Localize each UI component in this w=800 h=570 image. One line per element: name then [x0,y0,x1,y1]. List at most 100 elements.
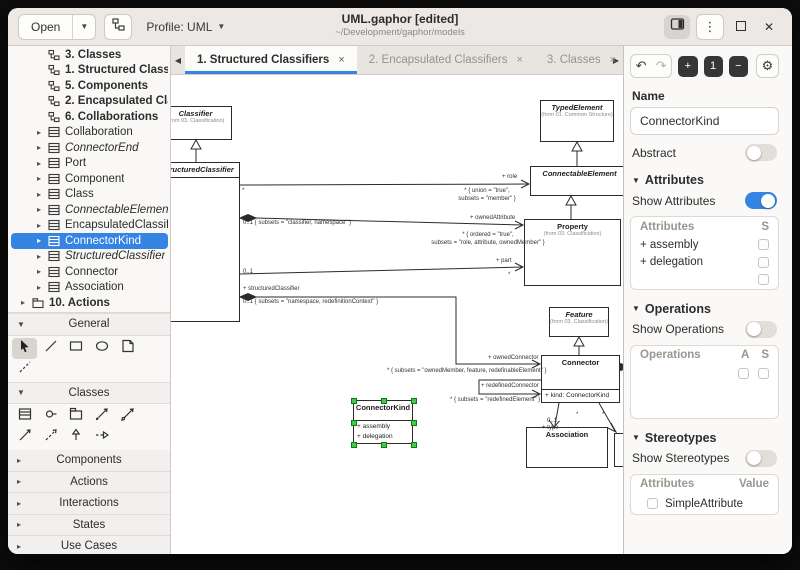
tree-item-class[interactable]: ▸Class [11,187,168,203]
tab-1-structured-classifiers[interactable]: 1. Structured Classifiers× [185,46,357,74]
list-row[interactable]: + delegation [631,254,778,272]
uml-box-feature[interactable]: Feature(from 03. Classification) [549,307,609,337]
selection-handle[interactable] [351,398,357,404]
selection-handle[interactable] [351,442,357,448]
tree-item-component[interactable]: ▸Component [11,171,168,187]
comment-line-tool[interactable] [12,359,37,380]
line-tool[interactable] [38,338,63,359]
tree-item-2-encapsulated-classifiers[interactable]: 2. Encapsulated Classifiers [11,94,168,110]
tree-item-connectorend[interactable]: ▸ConnectorEnd [11,140,168,156]
static-checkbox[interactable] [758,257,769,268]
box-tool[interactable] [64,338,89,359]
stereotypes-section-header[interactable]: ▼ Stereotypes [632,431,777,445]
tree-item-connectorkind[interactable]: ▸ConnectorKind [11,233,168,249]
expander-icon[interactable]: ▸ [37,252,48,261]
tree-item-structuredclassifier[interactable]: ▸StructuredClassifier [11,249,168,265]
selection-handle[interactable] [351,420,357,426]
uml-box-connector-kind[interactable]: ConnectorKind+ assembly+ delegation [353,400,413,444]
expander-icon[interactable]: ▸ [37,221,48,230]
comment-tool[interactable] [116,338,141,359]
generalization-tool[interactable] [64,427,89,448]
open-button[interactable]: Open [19,15,72,39]
apply-stereotype-checkbox[interactable] [647,498,658,509]
tab-3-classes[interactable]: 3. Classes× [535,46,628,74]
diagram-canvas[interactable]: Classifier(from 03. Classification) Struc… [171,75,623,554]
uml-box-typed-element[interactable]: TypedElement(from 01. Common Structure) [540,100,614,142]
tab-close-icon[interactable]: × [338,54,344,66]
uml-box-connector[interactable]: Connector+ kind: ConnectorKind [541,355,620,403]
abstract-checkbox[interactable] [738,368,749,379]
expander-icon[interactable]: ▸ [37,174,48,183]
uml-box-connectable-element[interactable]: ConnectableElement [530,166,623,196]
dependency-tool[interactable] [38,427,63,448]
tree-item-1-structured-classifiers[interactable]: 1. Structured Classifiers [11,63,168,79]
expander-icon[interactable]: ▸ [37,205,48,214]
tree-item-3-classes[interactable]: 3. Classes [11,47,168,63]
tab-close-icon[interactable]: × [610,54,616,66]
static-checkbox[interactable] [758,274,769,285]
selection-handle[interactable] [411,442,417,448]
expander-icon[interactable]: ▸ [37,283,48,292]
expander-icon[interactable]: ▸ [37,143,48,152]
maximize-button[interactable] [730,20,752,34]
toolbox-section-general[interactable]: ▼General [8,313,170,336]
show-operations-toggle[interactable] [745,321,777,338]
tree-item-encapsulatedclassifier[interactable]: ▸EncapsulatedClassifier [11,218,168,234]
pointer-tool[interactable] [12,338,37,359]
static-checkbox[interactable] [758,239,769,250]
menu-button[interactable]: ⋮ [696,14,724,40]
class-tool[interactable] [12,406,37,427]
tree-item-association[interactable]: ▸Association [11,280,168,296]
expander-icon[interactable]: ▸ [21,298,32,307]
expander-icon[interactable]: ▸ [37,159,48,168]
zoom-out-button[interactable]: − [729,56,748,77]
abstract-toggle[interactable] [745,144,777,161]
uml-box-association[interactable]: Association [526,427,608,468]
toolbox-section-use-cases[interactable]: ▸Use Cases [8,536,170,554]
uml-box-clipped-box[interactable] [614,433,623,467]
list-row[interactable]: + assembly [631,236,778,254]
tree-item-port[interactable]: ▸Port [11,156,168,172]
name-input[interactable]: ConnectorKind [630,107,779,135]
uml-box-property[interactable]: Property(from 03. Classification) [524,219,621,286]
zoom-in-button[interactable]: + [678,56,697,77]
uml-box-classifier[interactable]: Classifier(from 03. Classification) [171,106,232,140]
tab-close-icon[interactable]: × [516,54,522,66]
toolbox-section-actions[interactable]: ▸Actions [8,472,170,494]
list-row[interactable] [631,365,778,383]
redo-button[interactable]: ↷ [651,55,671,77]
toolbox-section-interactions[interactable]: ▸Interactions [8,493,170,515]
uml-box-structured-classifier[interactable]: StructuredClassifier [171,162,240,322]
profile-button[interactable]: Profile: UML ▼ [140,20,231,34]
selection-handle[interactable] [381,442,387,448]
association-tool[interactable] [12,427,37,448]
tree-item-connectableelement[interactable]: ▸ConnectableElement [11,202,168,218]
toolbox-section-components[interactable]: ▸Components [8,450,170,472]
settings-button[interactable]: ⚙ [756,54,779,78]
sidebar-toggle-button[interactable] [664,15,690,39]
shared-association-tool[interactable] [116,406,141,427]
open-dropdown-button[interactable]: ▼ [72,15,95,39]
tree-item-connector[interactable]: ▸Connector [11,264,168,280]
package-tool[interactable] [64,406,89,427]
expander-icon[interactable]: ▸ [37,128,48,137]
zoom-original-button[interactable]: 1 [704,56,723,77]
expander-icon[interactable]: ▸ [37,267,48,276]
interface-realization-tool[interactable] [90,427,115,448]
expander-icon[interactable]: ▸ [37,236,48,245]
composite-association-tool[interactable] [90,406,115,427]
close-button[interactable]: ✕ [758,20,780,34]
show-attributes-toggle[interactable] [745,192,777,209]
ellipse-tool[interactable] [90,338,115,359]
undo-button[interactable]: ↶ [631,55,651,77]
selection-handle[interactable] [381,398,387,404]
operations-section-header[interactable]: ▼ Operations [632,302,777,316]
stereotype-row[interactable]: SimpleAttribute [631,494,778,514]
attributes-section-header[interactable]: ▼ Attributes [632,173,777,187]
tree-item-collaboration[interactable]: ▸Collaboration [11,125,168,141]
expander-icon[interactable]: ▸ [37,190,48,199]
tree-item-5-components[interactable]: 5. Components [11,78,168,94]
tab-2-encapsulated-classifiers[interactable]: 2. Encapsulated Classifiers× [357,46,535,74]
tab-scroll-left-icon[interactable]: ◀ [171,46,185,74]
new-diagram-button[interactable] [104,14,132,40]
